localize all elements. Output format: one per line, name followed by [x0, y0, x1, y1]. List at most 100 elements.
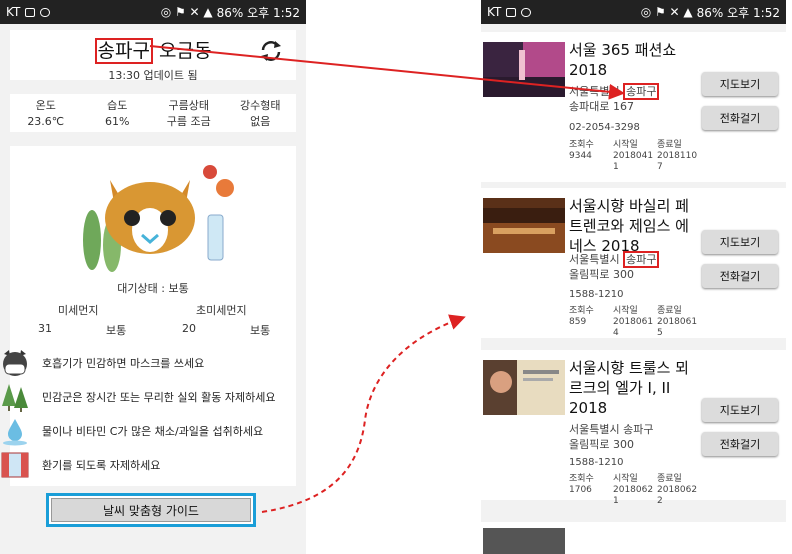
weather-guide-button[interactable]: 날씨 맞춤형 가이드: [46, 493, 256, 527]
event-item[interactable]: 서울 365 패션쇼 2018 서울특별시 송파구 송파대로 167 02-205…: [481, 32, 786, 182]
humidity-value: 61%: [105, 115, 130, 128]
address-prefix: 서울특별시: [569, 423, 624, 436]
map-button[interactable]: 지도보기: [702, 72, 778, 96]
event-item[interactable]: 서울시향 트룰스 뫼르크의 엘가 I, II 2018 서울특별시 송파구 올림픽…: [481, 350, 786, 506]
event-title: 서울 365 패션쇼 2018: [569, 41, 677, 79]
views-value: 1706: [569, 485, 592, 495]
mask-icon: [3, 350, 27, 376]
gallery-icon: [25, 7, 36, 17]
precip-label: 강수형태: [240, 99, 281, 112]
gallery-icon: [506, 7, 517, 17]
window-icon: [1, 452, 29, 478]
precip-cell: 강수형태없음: [225, 94, 297, 132]
address-street: 송파대로 167: [569, 100, 634, 113]
cloud-label: 구름상태: [168, 99, 209, 112]
refresh-icon[interactable]: [258, 38, 284, 64]
map-button[interactable]: 지도보기: [702, 230, 778, 254]
update-time: 13:30 업데이트 됨: [108, 69, 198, 82]
call-button[interactable]: 전화걸기: [702, 432, 778, 456]
dong-name: 오금동: [159, 40, 212, 62]
status-icons: ◎ ⚑ ✕ ▲: [640, 5, 693, 19]
event-address: 서울특별시 송파구 송파대로 167: [569, 83, 709, 114]
event-item[interactable]: [481, 522, 786, 554]
pm25-value: 20: [182, 322, 196, 335]
start-value: 2018062 1: [613, 485, 654, 506]
pm10-value: 31: [38, 322, 52, 335]
views-label: 조회수: [569, 306, 594, 316]
pm10-label: 미세먼지: [58, 304, 99, 317]
call-button[interactable]: 전화걸기: [702, 264, 778, 288]
address-prefix: 서울특별시: [569, 85, 624, 98]
district-name: 송파구: [94, 38, 153, 64]
tip-row: 민감군은 장시간 또는 무리한 실외 활동 자제하세요: [0, 382, 306, 412]
end-value: 2018061 5: [657, 317, 698, 338]
end-value: 2018110 7: [657, 151, 698, 172]
map-button[interactable]: 지도보기: [702, 398, 778, 422]
pm25-grade: 보통: [250, 324, 271, 337]
status-time: 86% 오후 1:52: [216, 5, 300, 20]
cloud-value: 구름 조금: [166, 115, 211, 128]
views-value: 859: [569, 317, 587, 327]
views-label: 조회수: [569, 140, 594, 150]
event-thumbnail: [483, 360, 565, 415]
temperature-cell: 온도 23.6℃: [10, 94, 82, 132]
address-prefix: 서울특별시: [569, 253, 624, 266]
cat-illustration: [83, 165, 234, 272]
address-district: 송파구: [623, 251, 660, 268]
views-value: 9344: [569, 151, 592, 161]
status-icons: ◎ ⚑ ✕ ▲: [160, 5, 213, 19]
status-bar: KT ◎ ⚑ ✕ ▲ 86% 오후 1:52: [481, 0, 786, 24]
event-address: 서울특별시 송파구 올림픽로 300: [569, 251, 709, 282]
carrier-label: KT: [6, 5, 21, 19]
event-stats: 조회수 9344 시작일 2018041 1 종료일 2018110 7: [569, 140, 697, 173]
water-drop-icon: [3, 419, 27, 446]
tip-row: 물이나 비타민 C가 많은 채소/과일을 섭취하세요: [0, 416, 306, 446]
start-value: 2018061 4: [613, 317, 654, 338]
event-address: 서울특별시 송파구 올림픽로 300: [569, 422, 709, 452]
tip-row: 환기를 되도록 자제하세요: [0, 450, 306, 480]
address-district: 송파구: [623, 83, 660, 100]
status-bar: KT ◎ ⚑ ✕ ▲ 86% 오후 1:52: [0, 0, 306, 24]
weather-summary: 온도 23.6℃ 습도 61% 구름상태구름 조금 강수형태없음: [10, 94, 296, 132]
event-stats: 조회수 1706 시작일 2018062 1 종료일 2018062 2: [569, 474, 697, 507]
tip-row: 호흡기가 민감하면 마스크를 쓰세요: [0, 348, 306, 378]
event-title: 서울시향 트룰스 뫼르크의 엘가 I, II 2018: [569, 359, 689, 417]
address-street: 올림픽로 300: [569, 438, 634, 451]
end-value: 2018062 2: [657, 485, 698, 506]
call-button[interactable]: 전화걸기: [702, 106, 778, 130]
tip-text: 환기를 되도록 자제하세요: [42, 459, 161, 472]
event-phone: 1588-1210: [569, 289, 624, 300]
location-title: 송파구 오금동: [10, 36, 296, 64]
weather-guide-label: 날씨 맞춤형 가이드: [51, 498, 251, 522]
humidity-label: 습도: [107, 99, 128, 112]
event-item[interactable]: 서울시향 바실리 페트렌코와 제임스 에네스 2018 서울특별시 송파구 올림픽…: [481, 188, 786, 338]
end-label: 종료일: [657, 474, 682, 484]
end-label: 종료일: [657, 306, 682, 316]
event-phone: 1588-1210: [569, 457, 624, 468]
views-label: 조회수: [569, 474, 594, 484]
event-thumbnail: [483, 42, 565, 97]
tip-text: 호흡기가 민감하면 마스크를 쓰세요: [42, 357, 205, 370]
pm25-label: 초미세먼지: [196, 304, 247, 317]
address-street: 올림픽로 300: [569, 268, 634, 281]
event-stats: 조회수 859 시작일 2018061 4 종료일 2018061 5: [569, 306, 697, 339]
pm10-grade: 보통: [106, 324, 127, 337]
event-thumbnail: [483, 198, 565, 253]
air-state: 대기상태 : 보통: [117, 282, 189, 295]
precip-value: 없음: [250, 115, 271, 128]
start-label: 시작일: [613, 474, 638, 484]
status-time: 86% 오후 1:52: [696, 5, 780, 20]
start-label: 시작일: [613, 306, 638, 316]
humidity-cell: 습도 61%: [82, 94, 154, 132]
message-icon: [521, 7, 532, 17]
start-value: 2018041 1: [613, 151, 654, 172]
temperature-value: 23.6℃: [27, 115, 65, 128]
events-screen: KT ◎ ⚑ ✕ ▲ 86% 오후 1:52 서울 365 패션쇼 2018 서…: [481, 0, 786, 554]
event-phone: 02-2054-3298: [569, 122, 640, 133]
temperature-label: 온도: [35, 99, 56, 112]
cloud-cell: 구름상태구름 조금: [153, 94, 225, 132]
message-icon: [40, 7, 51, 17]
end-label: 종료일: [657, 140, 682, 150]
location-header: 송파구 오금동 13:30 업데이트 됨: [10, 30, 296, 82]
tree-icon: [2, 384, 28, 412]
